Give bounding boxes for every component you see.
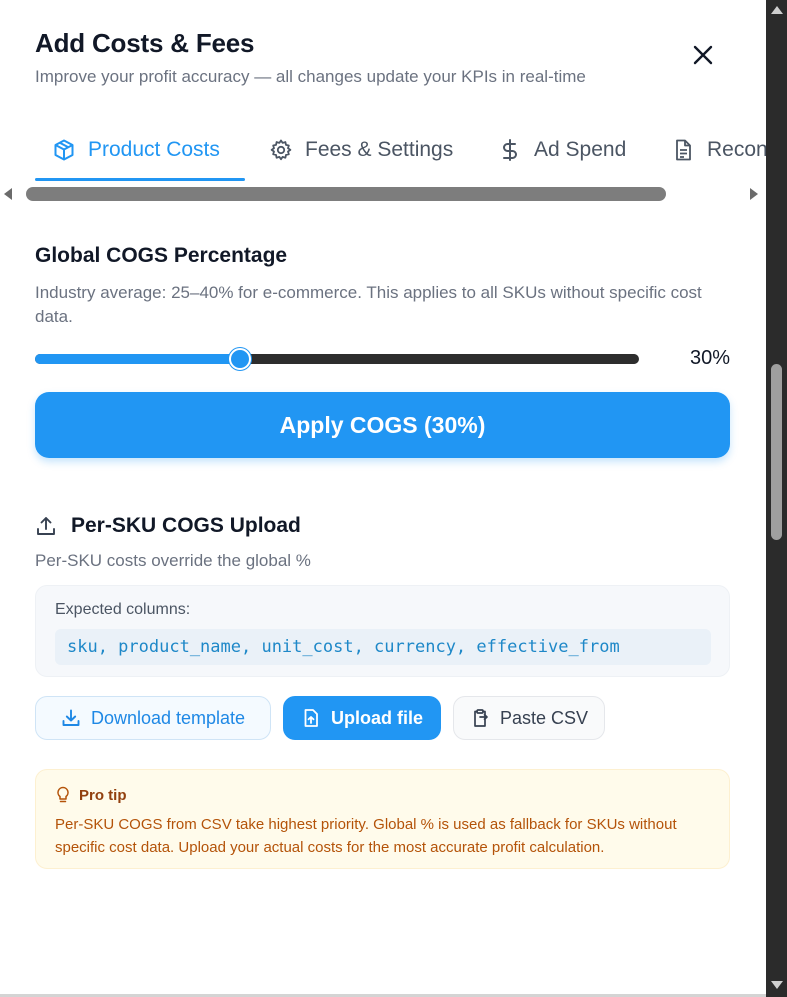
tabs-horizontal-scrollbar[interactable] — [0, 183, 766, 205]
tab-product-costs[interactable]: Product Costs — [52, 118, 220, 182]
document-icon — [671, 138, 695, 162]
pro-tip-body: Per-SKU COGS from CSV take highest prior… — [55, 816, 677, 856]
upload-file-button[interactable]: Upload file — [283, 696, 441, 740]
tab-fees-settings[interactable]: Fees & Settings — [269, 118, 453, 182]
close-button[interactable] — [688, 40, 718, 70]
tab-recon[interactable]: Recon — [671, 118, 766, 182]
global-cogs-title: Global COGS Percentage — [35, 244, 288, 267]
file-upload-icon — [304, 709, 318, 727]
paste-csv-label: Paste CSV — [499, 707, 589, 728]
slider-fill — [35, 354, 240, 364]
expected-columns-label: Expected columns: — [55, 601, 191, 618]
download-template-label: Download template — [90, 707, 246, 728]
per-sku-title: Per-SKU COGS Upload — [71, 514, 301, 537]
active-tab-indicator — [35, 178, 245, 181]
apply-cogs-button[interactable]: Apply COGS (30%) — [35, 392, 730, 458]
tab-label: Fees & Settings — [305, 138, 454, 161]
dollar-icon — [498, 138, 522, 162]
global-cogs-description: Industry average: 25–40% for e-commerce.… — [35, 283, 702, 326]
tab-label: Ad Spend — [534, 138, 627, 161]
cogs-percentage-slider[interactable] — [35, 348, 641, 370]
lightbulb-icon — [57, 786, 69, 803]
tab-label: Product Costs — [88, 138, 220, 161]
pro-tip-title: Pro tip — [79, 786, 127, 804]
clipboard-icon — [474, 709, 488, 727]
cogs-percentage-value: 30% — [689, 347, 730, 369]
download-template-button[interactable]: Download template — [35, 696, 271, 740]
tab-label: Recon — [707, 138, 766, 161]
slider-handle[interactable] — [229, 348, 251, 370]
tab-ad-spend[interactable]: Ad Spend — [498, 118, 626, 182]
costs-fees-panel: Add Costs & Fees Improve your profit acc… — [0, 0, 766, 997]
per-sku-header: Per-SKU COGS Upload — [35, 514, 301, 538]
vertical-scrollbar-thumb[interactable] — [771, 364, 782, 540]
upload-icon — [37, 517, 55, 535]
vertical-scrollbar[interactable] — [766, 0, 787, 997]
scroll-left-arrow[interactable] — [4, 188, 12, 200]
expected-columns-code: sku, product_name, unit_cost, currency, … — [55, 629, 711, 665]
pro-tip-callout: Pro tip Per-SKU COGS from CSV take highe… — [35, 769, 730, 869]
scroll-down-arrow[interactable] — [771, 981, 783, 989]
upload-file-label: Upload file — [330, 707, 423, 728]
pro-tip-header: Pro tip — [55, 786, 127, 804]
download-icon — [62, 709, 80, 726]
close-icon — [693, 45, 713, 65]
scroll-right-arrow[interactable] — [750, 188, 758, 200]
package-icon — [52, 138, 76, 162]
tab-bar: Product Costs Fees & Settings Ad Spend R… — [0, 118, 766, 182]
scroll-up-arrow[interactable] — [771, 6, 783, 14]
expected-columns-box: Expected columns: sku, product_name, uni… — [35, 585, 730, 677]
gear-icon — [269, 138, 293, 162]
scrollbar-thumb[interactable] — [26, 187, 666, 201]
page-subtitle: Improve your profit accuracy — all chang… — [35, 67, 586, 86]
page-title: Add Costs & Fees — [35, 28, 255, 58]
per-sku-description: Per-SKU costs override the global % — [35, 551, 311, 570]
paste-csv-button[interactable]: Paste CSV — [453, 696, 605, 740]
